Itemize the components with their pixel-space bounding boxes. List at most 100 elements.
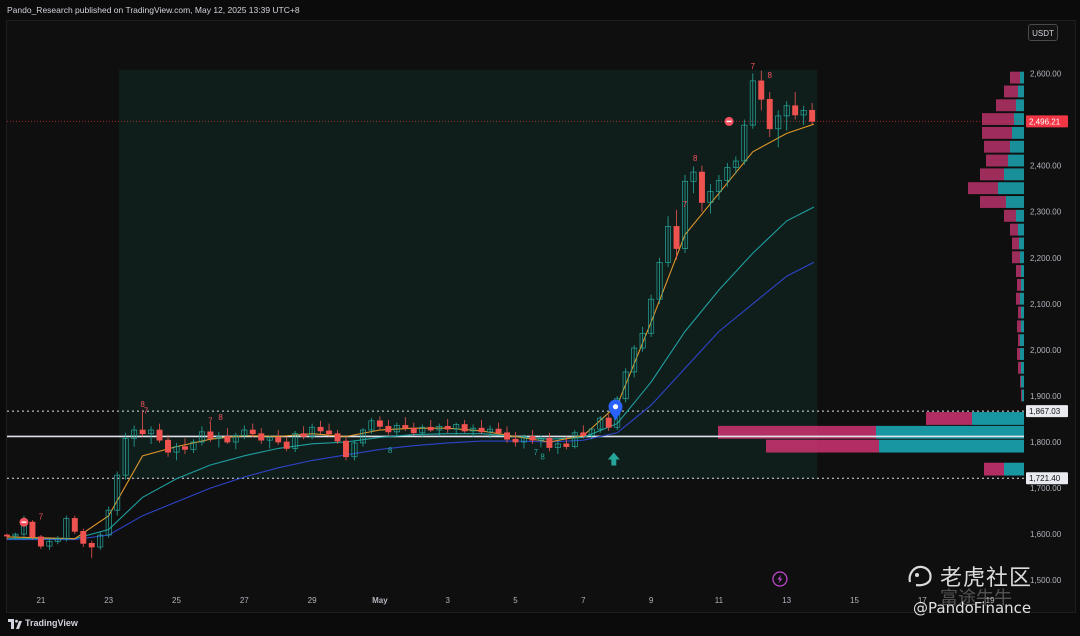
- volume-profile-bar-up: [998, 182, 1024, 195]
- sequence-marker: 7: [751, 62, 756, 71]
- currency-selector-button[interactable]: USDT: [1028, 24, 1058, 41]
- volume-profile-bar-down: [1020, 375, 1021, 388]
- candle-body: [283, 441, 290, 449]
- volume-profile-bar-up: [1016, 209, 1024, 222]
- candle: [97, 531, 104, 550]
- volume-profile-bar-down: [1016, 265, 1021, 278]
- sell-signal-icon-bar: [21, 521, 27, 523]
- candle-body: [181, 446, 188, 450]
- candle-body: [139, 429, 146, 435]
- candle-body: [156, 429, 163, 441]
- volume-profile-bar-up: [1021, 306, 1024, 319]
- level-price-label: 1,721.40: [1029, 474, 1061, 483]
- volume-profile-bar-down: [996, 99, 1016, 112]
- candle: [12, 532, 19, 539]
- volume-profile-bar-up: [1018, 85, 1024, 98]
- candle-body: [758, 80, 765, 100]
- lightning-icon-bolt: [777, 574, 783, 584]
- volume-profile-bar-down: [982, 126, 1012, 139]
- volume-profile-bar-up: [1020, 292, 1024, 305]
- volume-profile-bar-up: [1012, 126, 1024, 139]
- time-axis: 21 23 25 27 29 May 3 5 7 9 11 13 15 17 19: [36, 596, 995, 605]
- candle-body: [410, 427, 417, 434]
- candle-body: [504, 432, 511, 440]
- volume-profile-bar-up: [1020, 348, 1024, 360]
- volume-profile-bar-up: [1008, 154, 1024, 167]
- volume-profile-bar-up: [1021, 278, 1024, 291]
- candle: [343, 437, 349, 461]
- candle-body: [563, 443, 570, 447]
- volume-profile-bar-up: [1020, 334, 1024, 347]
- candle-body: [478, 427, 485, 433]
- volume-profile-bar-down: [1016, 292, 1020, 305]
- last-price-label: 2,496.21: [1029, 117, 1061, 126]
- sequence-marker: 7: [144, 406, 149, 415]
- volume-profile-bar-up: [1019, 237, 1024, 250]
- price-axis-label: 1,600.00: [1030, 530, 1062, 539]
- candle-body: [427, 426, 434, 431]
- candle-body: [71, 518, 78, 532]
- candle-body: [80, 531, 87, 544]
- range-profile-bar-down: [984, 462, 1004, 476]
- time-axis-label: 29: [308, 596, 317, 605]
- candle-body: [461, 424, 468, 432]
- volume-profile-bar-down: [980, 196, 1006, 208]
- candle: [71, 515, 78, 535]
- candle-body: [207, 431, 214, 439]
- candle-body: [343, 440, 349, 458]
- candle: [29, 520, 36, 540]
- volume-profile-bar-up: [1016, 99, 1024, 112]
- price-axis-label: 2,600.00: [1030, 70, 1062, 79]
- candle: [88, 540, 95, 559]
- volume-profile-bar-down: [1012, 251, 1020, 264]
- price-chart[interactable]: 1,500.001,600.001,700.001,800.001,900.00…: [0, 0, 1080, 636]
- volume-profile-bar-down: [984, 140, 1010, 153]
- volume-profile-bar-down: [1010, 223, 1018, 236]
- candle-body: [300, 433, 307, 437]
- volume-profile-bar-down: [968, 182, 998, 195]
- volume-profile-bar-down: [980, 168, 1004, 181]
- candle-body: [605, 417, 612, 428]
- range-profile-bar-down: [926, 412, 972, 425]
- price-axis: 1,500.001,600.001,700.001,800.001,900.00…: [1030, 70, 1062, 586]
- time-axis-label: 21: [36, 596, 45, 605]
- time-axis-label: 27: [240, 596, 249, 605]
- candle: [46, 538, 53, 550]
- volume-profile-bar-down: [1018, 334, 1020, 347]
- candle-body: [402, 425, 409, 429]
- volume-profile-bar-up: [1021, 361, 1024, 374]
- price-axis-label: 2,400.00: [1030, 162, 1062, 171]
- candle: [37, 535, 44, 549]
- time-axis-label: 11: [715, 596, 724, 605]
- volume-profile-bar-up: [1021, 265, 1024, 278]
- time-axis-label: 3: [445, 596, 450, 605]
- watermark-handle: @PandoFinance: [913, 599, 1032, 617]
- tradingview-logo-icon: [8, 619, 22, 629]
- volume-profile-bar-down: [1018, 361, 1021, 374]
- candle-body: [37, 536, 44, 547]
- candle-body: [29, 521, 36, 538]
- price-axis-label: 2,300.00: [1030, 208, 1062, 217]
- sell-signal-icon-bar: [726, 120, 732, 123]
- price-axis-label: 2,100.00: [1030, 300, 1062, 309]
- range-profile-bar-up: [972, 412, 1024, 425]
- candle-body: [334, 433, 341, 442]
- sequence-marker: 8: [388, 446, 393, 455]
- time-axis-label: 5: [513, 596, 518, 605]
- volume-profile-bar-up: [1004, 168, 1024, 181]
- sequence-marker: 7: [208, 417, 213, 426]
- time-axis-label: 9: [649, 596, 654, 605]
- candle-body: [580, 432, 587, 436]
- time-axis-label: 13: [782, 596, 791, 605]
- volume-profile-bar-up: [1006, 196, 1024, 208]
- volume-profile-bar-down: [1004, 209, 1016, 222]
- sequence-marker: 7: [39, 512, 44, 521]
- volume-profile-bar-down: [1004, 85, 1018, 98]
- candle-body: [326, 430, 333, 435]
- candle-body: [165, 439, 172, 453]
- range-profile-bar-down: [766, 439, 879, 453]
- candle-body: [698, 171, 705, 203]
- candle-body: [385, 425, 392, 433]
- candle-body: [546, 437, 553, 448]
- price-axis-label: 1,700.00: [1030, 484, 1062, 493]
